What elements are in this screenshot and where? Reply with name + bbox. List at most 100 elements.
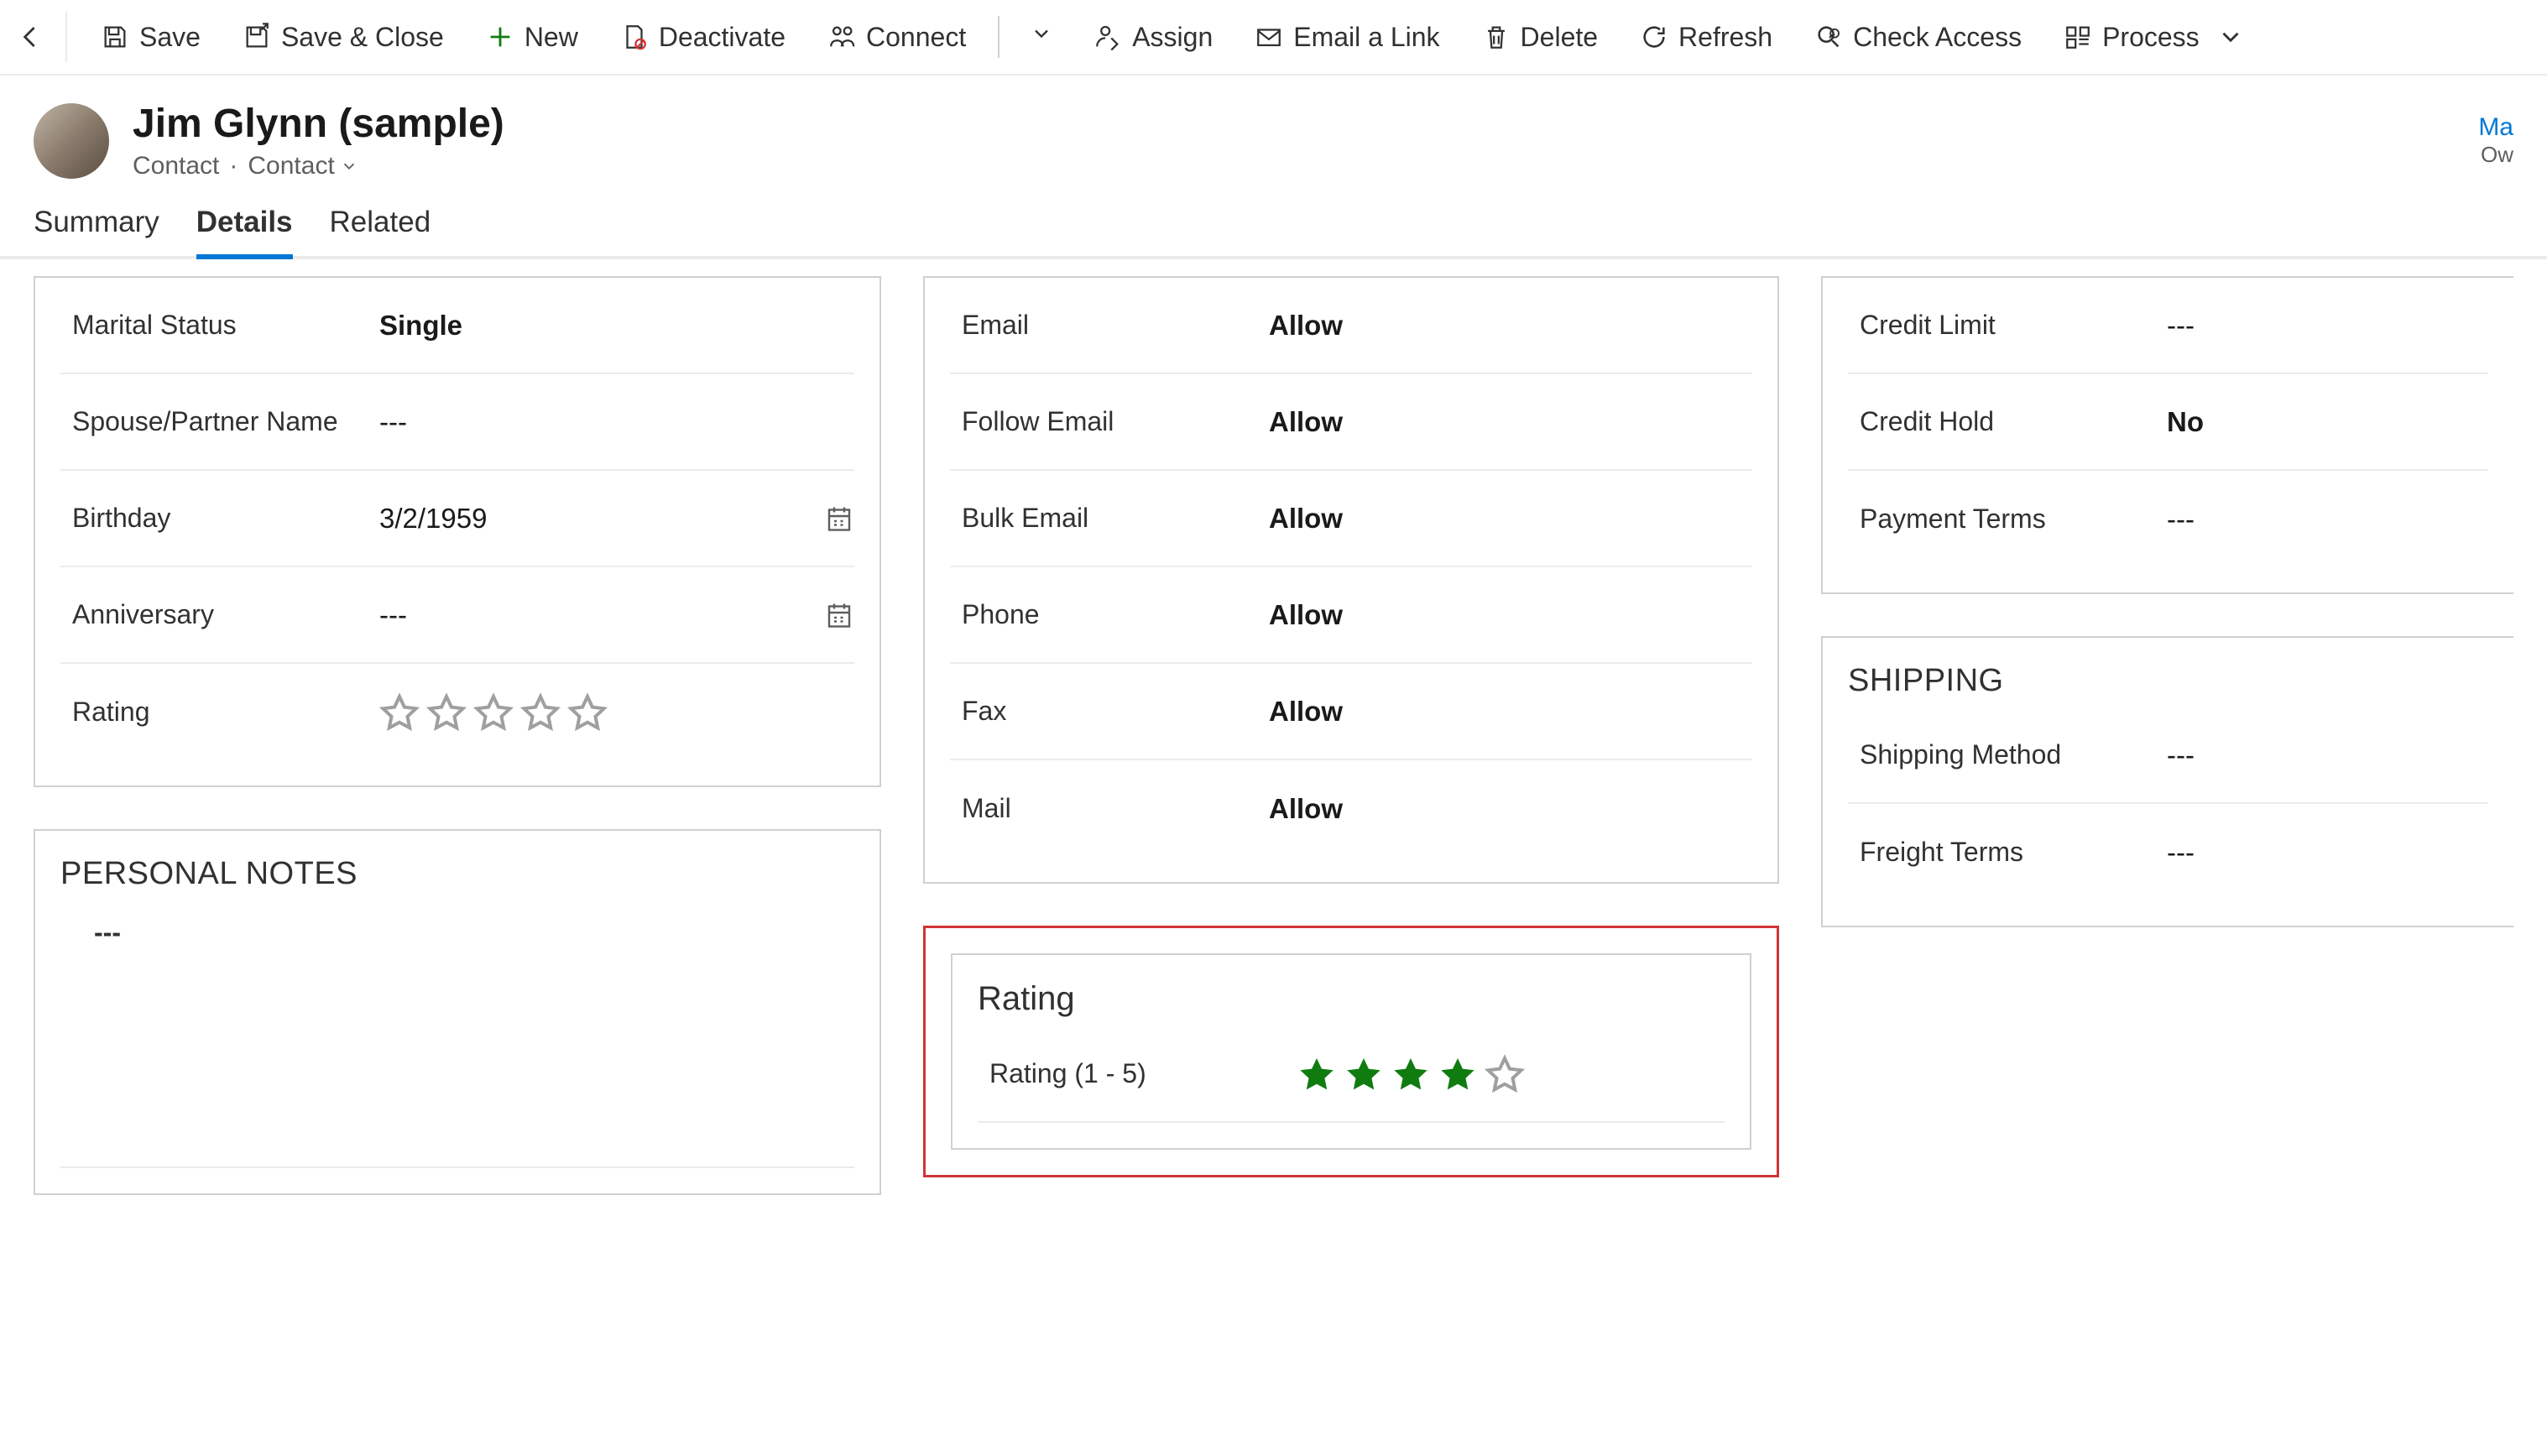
star-4[interactable] [520,692,561,733]
credit-limit-row: Credit Limit --- [1848,278,2488,374]
birthday-value[interactable]: 3/2/1959 [379,503,854,535]
refresh-button[interactable]: Refresh [1623,13,1789,61]
star-5[interactable] [567,692,608,733]
spouse-row: Spouse/Partner Name --- [60,374,854,471]
shipping-method-row: Shipping Method --- [1848,707,2488,804]
tab-related[interactable]: Related [330,206,431,256]
rating-input[interactable] [379,692,854,733]
personal-info-card: Marital Status Single Spouse/Partner Nam… [34,276,881,787]
credit-hold-value[interactable]: No [2167,406,2488,438]
rating-1-5-label: Rating (1 - 5) [978,1058,1297,1089]
follow-email-value[interactable]: Allow [1269,406,1752,438]
bulk-email-value[interactable]: Allow [1269,503,1752,535]
chevron-down-icon [340,157,358,175]
chevron-down-icon [2216,23,2245,51]
star-1[interactable] [379,692,420,733]
stars-personal[interactable] [379,692,608,733]
star-4[interactable] [1438,1054,1478,1094]
rating-section-title: Rating [978,955,1725,1026]
check-access-button[interactable]: Check Access [1798,13,2038,61]
record-header: Jim Glynn (sample) Contact · Contact Ma … [0,76,2547,180]
connect-button[interactable]: Connect [811,13,983,61]
email-icon [1255,23,1283,51]
deactivate-label: Deactivate [659,22,785,53]
avatar[interactable] [34,103,109,179]
star-2[interactable] [426,692,467,733]
tab-details[interactable]: Details [196,206,293,256]
star-5[interactable] [1485,1054,1525,1094]
rating-1-5-input[interactable] [1297,1054,1725,1094]
delete-label: Delete [1521,22,1599,53]
rating-label: Rating [60,697,379,728]
star-1[interactable] [1297,1054,1337,1094]
personal-notes-card: PERSONAL NOTES --- [34,829,881,1195]
record-title: Jim Glynn (sample) [133,101,504,147]
mail-value[interactable]: Allow [1269,793,1752,825]
payment-terms-label: Payment Terms [1848,504,2167,535]
back-button[interactable] [17,12,67,62]
spouse-value[interactable]: --- [379,406,854,438]
assign-button[interactable]: Assign [1077,13,1229,61]
command-bar: Save Save & Close New Deactivate Connect… [0,0,2547,76]
payment-terms-value[interactable]: --- [2167,504,2488,535]
tab-summary[interactable]: Summary [34,206,159,256]
payment-terms-row: Payment Terms --- [1848,471,2488,567]
freight-terms-value[interactable]: --- [2167,837,2488,869]
shipping-method-value[interactable]: --- [2167,739,2488,771]
marital-status-value[interactable]: Single [379,310,854,342]
form-selector[interactable]: Contact [248,152,358,180]
star-2[interactable] [1344,1054,1384,1094]
connect-dropdown[interactable] [1015,13,1068,60]
save-icon [101,23,129,51]
phone-value[interactable]: Allow [1269,599,1752,631]
entity-label: Contact [133,152,219,180]
shipping-method-label: Shipping Method [1848,739,2167,770]
phone-label: Phone [950,599,1269,630]
credit-limit-value[interactable]: --- [2167,310,2488,342]
calendar-icon[interactable] [824,600,854,630]
delete-button[interactable]: Delete [1465,13,1615,61]
fax-value[interactable]: Allow [1269,696,1752,728]
check-access-icon [1814,23,1843,51]
process-icon [2064,23,2092,51]
fax-row: Fax Allow [950,664,1752,760]
personal-notes-value[interactable]: --- [60,900,854,1168]
spouse-label: Spouse/Partner Name [60,406,379,437]
email-value[interactable]: Allow [1269,310,1752,342]
owner-link[interactable]: Ma [2478,113,2513,142]
save-close-button[interactable]: Save & Close [226,13,461,61]
credit-hold-row: Credit Hold No [1848,374,2488,471]
rating-1-5-row: Rating (1 - 5) [978,1026,1725,1123]
credit-hold-label: Credit Hold [1848,406,2167,437]
connect-icon [827,23,856,51]
deactivate-button[interactable]: Deactivate [603,13,802,61]
calendar-icon[interactable] [824,504,854,534]
mail-row: Mail Allow [950,760,1752,857]
star-3[interactable] [1391,1054,1431,1094]
refresh-icon [1640,23,1668,51]
personal-notes-title: PERSONAL NOTES [60,856,854,900]
email-label: Email [950,310,1269,341]
stars-rating[interactable] [1297,1054,1525,1094]
plus-icon [486,23,514,51]
refresh-label: Refresh [1678,22,1772,53]
anniversary-value[interactable]: --- [379,599,854,631]
save-button[interactable]: Save [84,13,217,61]
column-1: Marital Status Single Spouse/Partner Nam… [34,276,881,1195]
process-button[interactable]: Process [2047,13,2262,61]
tabs: Summary Details Related [0,180,2547,259]
shipping-card: SHIPPING Shipping Method --- Freight Ter… [1821,636,2513,927]
email-link-button[interactable]: Email a Link [1238,13,1456,61]
credit-limit-label: Credit Limit [1848,310,2167,341]
process-label: Process [2102,22,2200,53]
follow-email-label: Follow Email [950,406,1269,437]
anniversary-label: Anniversary [60,599,379,630]
mail-label: Mail [950,793,1269,824]
new-button[interactable]: New [469,13,595,61]
column-3: Credit Limit --- Credit Hold No Payment … [1821,276,2513,927]
owner-meta: Ma Ow [2478,113,2513,168]
email-link-label: Email a Link [1293,22,1439,53]
star-3[interactable] [473,692,514,733]
freight-terms-label: Freight Terms [1848,837,2167,868]
birthday-label: Birthday [60,503,379,534]
